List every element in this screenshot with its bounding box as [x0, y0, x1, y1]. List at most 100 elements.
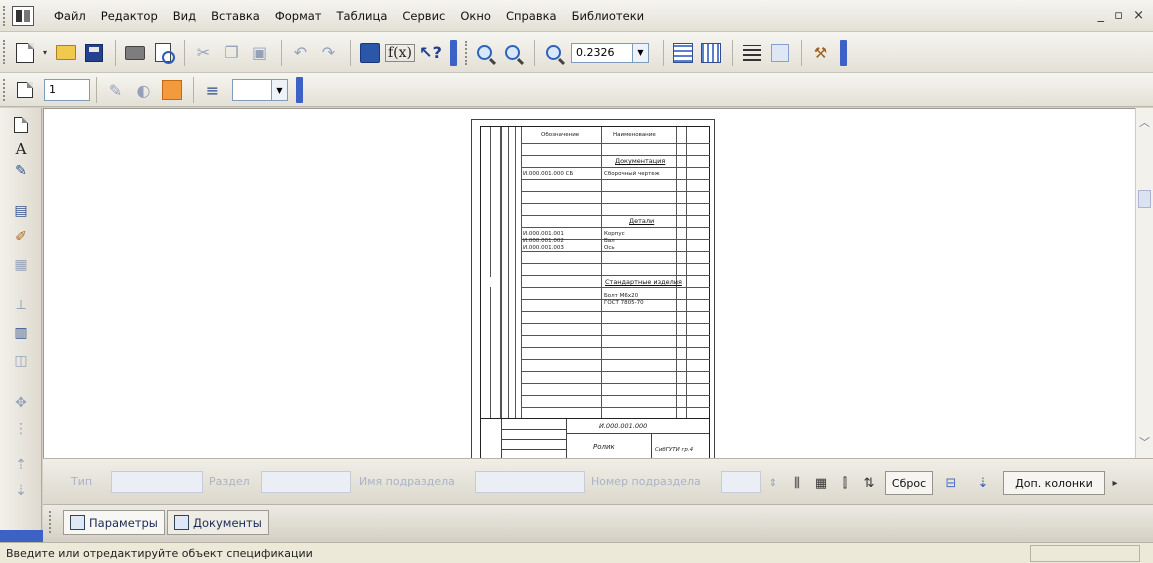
drawing-canvas[interactable]: Обозначение Наименование Документация И.…: [43, 108, 1135, 458]
spec-icon[interactable]: ▥: [10, 322, 32, 344]
toolbar-overflow-icon[interactable]: [840, 39, 847, 66]
type-field[interactable]: [111, 471, 203, 493]
insert-icon[interactable]: ◫: [10, 350, 32, 372]
zoom-dropdown-icon[interactable]: ▼: [633, 42, 649, 63]
move-icon[interactable]: ✥: [10, 392, 32, 414]
orange-square-icon[interactable]: [159, 77, 184, 103]
tab-documents[interactable]: Документы: [167, 510, 269, 535]
subsection-number-field[interactable]: [721, 471, 761, 493]
scroll-thumb[interactable]: [1138, 190, 1151, 208]
page-number-field[interactable]: 1: [44, 79, 90, 101]
menu-help[interactable]: Справка: [506, 9, 557, 23]
new-document-icon[interactable]: [12, 40, 37, 66]
preview-icon[interactable]: [150, 40, 175, 66]
toolbar-grip[interactable]: [3, 6, 6, 26]
menu-editor[interactable]: Редактор: [101, 9, 158, 23]
insert-column-icon[interactable]: ⫼: [787, 473, 807, 493]
vertical-scrollbar[interactable]: ︿ ﹀: [1135, 108, 1153, 458]
sort-icon[interactable]: ⇅: [859, 473, 879, 493]
window-controls[interactable]: _ ▫ ×: [1098, 8, 1147, 23]
down-icon[interactable]: ⇣: [10, 480, 32, 502]
calculator-icon[interactable]: [357, 40, 382, 66]
section-documentation: Документация: [615, 157, 666, 165]
std-item-gost: ГОСТ 7805-70: [604, 300, 644, 306]
scroll-down-icon[interactable]: ﹀: [1139, 434, 1150, 450]
section-label: Раздел: [209, 475, 250, 488]
pen-icon[interactable]: ✎: [103, 77, 128, 103]
menu-format[interactable]: Формат: [275, 9, 322, 23]
side-strip: [481, 287, 491, 419]
pen-icon[interactable]: ✎: [10, 160, 32, 182]
table-grid-icon[interactable]: ▦: [811, 473, 831, 493]
layers-icon[interactable]: [698, 40, 723, 66]
function-icon[interactable]: f(x): [385, 40, 416, 66]
zoom-scale-icon[interactable]: [541, 40, 566, 66]
subsection-name-field[interactable]: [475, 471, 585, 493]
menu-insert[interactable]: Вставка: [211, 9, 260, 23]
scroll-up-icon[interactable]: ︿: [1139, 114, 1150, 130]
zoom-input[interactable]: 0.2326: [571, 42, 633, 63]
up-icon[interactable]: ⇡: [10, 454, 32, 476]
toolbar-grip[interactable]: [3, 79, 6, 101]
zoom-in-icon[interactable]: [472, 40, 497, 66]
zoom-out-icon[interactable]: [500, 40, 525, 66]
redo-icon[interactable]: ↷: [316, 40, 341, 66]
lines-icon[interactable]: [739, 40, 764, 66]
sheet-icon[interactable]: [10, 114, 32, 136]
brush-icon[interactable]: ✐: [10, 226, 32, 248]
scroll-right-icon[interactable]: ▸: [1105, 473, 1125, 493]
help-pointer-icon[interactable]: ↖?: [418, 40, 443, 66]
menu-table[interactable]: Таблица: [337, 9, 388, 23]
left-toolbar: A ✎ ▤ ✐ ▦ ⟂ ▥ ◫ ✥ ⋮ ⇡ ⇣: [0, 108, 42, 530]
document-view-icon[interactable]: [12, 77, 37, 103]
toolbar-overflow-icon[interactable]: [450, 39, 457, 66]
type-label: Тип: [71, 475, 93, 488]
tabs-grip[interactable]: [49, 511, 52, 533]
menu-libraries[interactable]: Библиотеки: [572, 9, 645, 23]
circle-icon[interactable]: ◐: [131, 77, 156, 103]
section-field[interactable]: [261, 471, 351, 493]
part-3-name: Ось: [604, 245, 615, 251]
print-icon[interactable]: [122, 40, 147, 66]
spinner-icon[interactable]: ⇕: [763, 473, 783, 493]
style-select[interactable]: [232, 79, 272, 101]
specification-sheet[interactable]: Обозначение Наименование Документация И.…: [471, 119, 715, 458]
toolbar-overflow-icon[interactable]: [296, 77, 303, 103]
page-icon[interactable]: ⊟: [941, 473, 961, 493]
stamp-part-name: Ролик: [593, 443, 615, 451]
undo-icon[interactable]: ↶: [288, 40, 313, 66]
status-pane: [1030, 545, 1140, 562]
text-A-icon[interactable]: A: [10, 138, 32, 160]
chevron-down-icon[interactable]: ▾: [40, 40, 50, 66]
panel-corner: [0, 530, 43, 542]
style-dropdown-icon[interactable]: ▼: [272, 79, 288, 101]
dot-icon[interactable]: ⋮: [10, 418, 32, 440]
menu-window[interactable]: Окно: [460, 9, 491, 23]
align-icon[interactable]: ≡: [200, 77, 225, 103]
tab-parameters[interactable]: Параметры: [63, 510, 165, 535]
copy-icon[interactable]: ❐: [219, 40, 244, 66]
split-column-icon[interactable]: ⫿: [835, 473, 855, 493]
menu-file[interactable]: Файл: [54, 9, 86, 23]
menu-service[interactable]: Сервис: [402, 9, 445, 23]
table-icon[interactable]: ▦: [10, 254, 32, 276]
extra-columns-button[interactable]: Доп. колонки: [1003, 471, 1105, 495]
save-icon[interactable]: [81, 40, 106, 66]
panel-icon[interactable]: [767, 40, 792, 66]
abc-sort-icon[interactable]: ⇣: [973, 473, 993, 493]
menu-view[interactable]: Вид: [173, 9, 196, 23]
kompas-app-icon[interactable]: [12, 6, 34, 26]
reset-button[interactable]: Сброс: [885, 471, 933, 495]
section-standard: Стандартные изделия: [605, 278, 682, 286]
toolbar-grip[interactable]: [3, 40, 6, 64]
object-icon[interactable]: ▤: [10, 200, 32, 222]
open-folder-icon[interactable]: [53, 40, 78, 66]
grid-icon[interactable]: [670, 40, 695, 66]
status-bar: Введите или отредактируйте объект специф…: [0, 542, 1153, 563]
paste-icon[interactable]: ▣: [247, 40, 272, 66]
arrow-icon[interactable]: ⟂: [10, 294, 32, 316]
wand-icon[interactable]: ⚒: [808, 40, 833, 66]
cut-icon[interactable]: ✂: [191, 40, 216, 66]
side-strip: [481, 127, 491, 277]
toolbar-grip[interactable]: [465, 40, 468, 65]
